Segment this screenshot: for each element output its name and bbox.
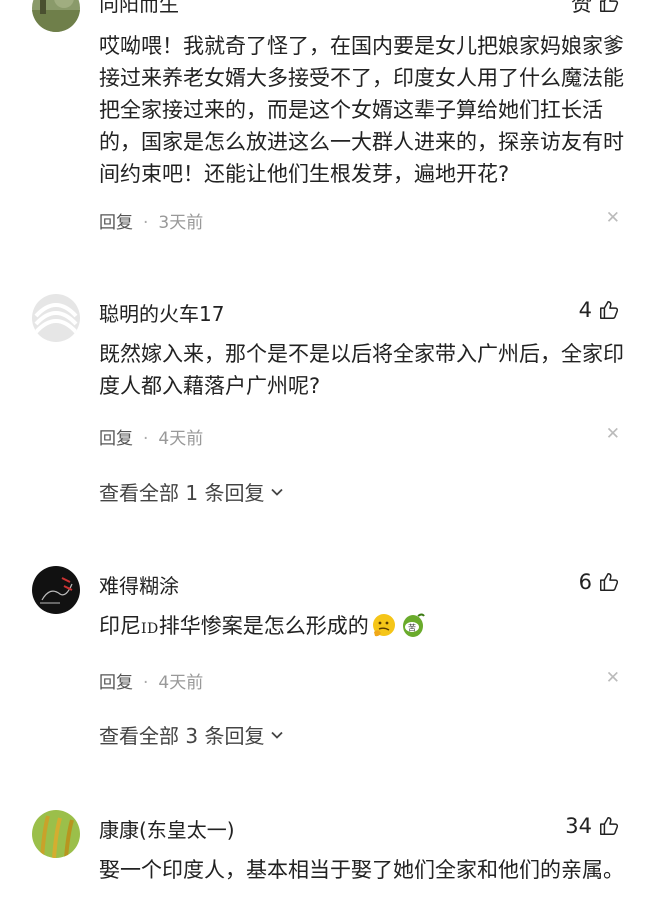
reply-button[interactable]: 回复 — [99, 673, 133, 693]
like-count: 赞 — [571, 0, 592, 16]
bitter-melon-icon: 苦 — [402, 613, 425, 637]
reply-button[interactable]: 回复 — [99, 213, 133, 233]
like-button[interactable]: 赞 — [571, 0, 620, 18]
avatar[interactable] — [32, 294, 80, 342]
reply-button[interactable]: 回复 — [99, 429, 133, 449]
bitter-melon-label: 苦 — [408, 623, 416, 633]
like-button[interactable]: 4 — [579, 298, 620, 322]
avatar-image — [32, 294, 80, 342]
avatar-image — [32, 566, 80, 614]
like-button[interactable]: 6 — [579, 570, 620, 594]
username[interactable]: 向阳而生 — [99, 0, 179, 17]
timestamp: 4天前 — [158, 429, 204, 449]
comment-meta: 回复 · 3天前 — [99, 213, 204, 233]
comment-text: 印尼ID排华惨案是怎么形成的 苦 — [99, 610, 624, 645]
comment-text-id: ID — [141, 621, 159, 637]
username[interactable]: 康康(东皇太一) — [99, 814, 235, 843]
like-button[interactable]: 34 — [565, 814, 620, 838]
timestamp: 3天前 — [158, 213, 204, 233]
view-all-replies-button[interactable]: 查看全部 3 条回复 — [99, 720, 284, 749]
comment-meta: 回复 · 4天前 — [99, 673, 204, 693]
thumbs-up-icon — [600, 301, 619, 319]
like-count: 6 — [578, 570, 592, 594]
timestamp: 4天前 — [158, 673, 204, 693]
avatar[interactable] — [32, 566, 80, 614]
thumbs-up-icon — [600, 817, 619, 835]
like-count: 34 — [565, 814, 592, 838]
comment-text: 既然嫁入来，那个是不是以后将全家带入广州后，全家印度人都入藉落户广州呢? — [99, 342, 624, 398]
avatar-image — [32, 0, 80, 32]
comment-text: 娶一个印度人，基本相当于娶了她们全家和他们的亲属。 — [99, 858, 624, 882]
comment-meta: 回复 · 4天前 — [99, 429, 204, 449]
close-icon[interactable]: ✕ — [606, 668, 620, 688]
avatar[interactable] — [32, 810, 80, 858]
thumbs-up-icon — [600, 573, 619, 591]
comment-text-part: 印尼 — [99, 614, 141, 638]
username[interactable]: 难得糊涂 — [99, 570, 179, 599]
thinking-face-icon — [372, 614, 395, 637]
username[interactable]: 聪明的火车17 — [99, 298, 224, 327]
avatar[interactable] — [32, 0, 80, 32]
view-all-replies-label: 查看全部 1 条回复 — [99, 481, 265, 505]
like-count: 4 — [578, 298, 592, 322]
comment-text-part: 排华惨案是怎么形成的 — [158, 614, 369, 638]
close-icon[interactable]: ✕ — [606, 424, 620, 444]
chevron-down-icon — [271, 488, 284, 496]
thumbs-up-icon — [600, 0, 619, 12]
chevron-down-icon — [271, 731, 284, 739]
close-icon[interactable]: ✕ — [606, 208, 620, 228]
avatar-image — [32, 810, 80, 858]
comment-text: 哎呦喂！我就奇了怪了，在国内要是女儿把娘家妈娘家爹接过来养老女婿大多接受不了，印… — [99, 34, 624, 186]
view-all-replies-button[interactable]: 查看全部 1 条回复 — [99, 477, 284, 506]
view-all-replies-label: 查看全部 3 条回复 — [99, 724, 265, 748]
